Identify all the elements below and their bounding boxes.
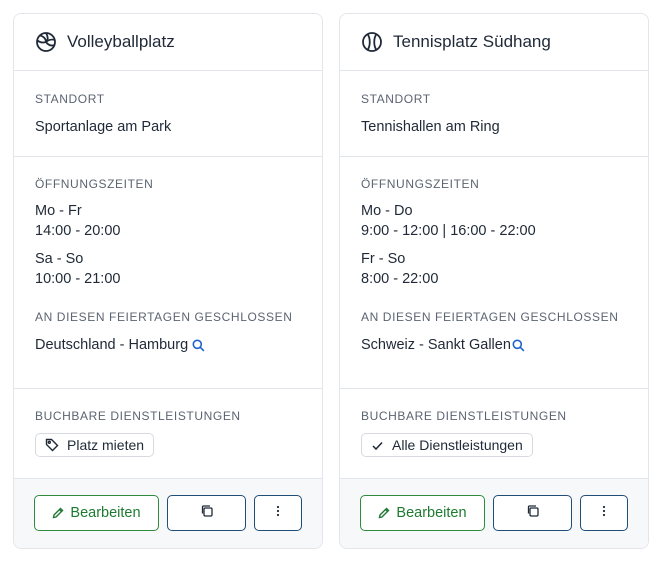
location-value: Sportanlage am Park xyxy=(35,119,172,135)
copy-icon xyxy=(526,504,540,523)
volleyball-icon xyxy=(35,31,57,53)
check-icon xyxy=(371,439,384,452)
opening-hours-section: ÖFFNUNGSZEITEN Mo - Fr 14:00 - 20:00 Sa … xyxy=(14,157,322,389)
opening-hours-label: ÖFFNUNGSZEITEN xyxy=(35,177,154,191)
pencil-icon xyxy=(52,507,64,519)
pencil-icon xyxy=(378,507,390,519)
holidays-region: Deutschland - Hamburg xyxy=(35,337,189,353)
services-label: BUCHBARE DIENSTLEISTUNGEN xyxy=(35,409,241,423)
card-header: Tennisplatz Südhang xyxy=(340,14,648,71)
court-title: Volleyballplatz xyxy=(67,32,175,51)
court-title: Tennisplatz Südhang xyxy=(393,32,551,51)
more-vertical-icon xyxy=(276,504,280,522)
service-tag: Alle Dienstleistungen xyxy=(361,433,533,457)
hours-times: 14:00 - 20:00 xyxy=(35,223,121,239)
location-label: STANDORT xyxy=(35,92,105,106)
service-label: Alle Dienstleistungen xyxy=(392,437,523,453)
hours-times: 8:00 - 22:00 xyxy=(361,271,439,287)
location-section: STANDORT Sportanlage am Park xyxy=(14,71,322,157)
hours-times: 10:00 - 21:00 xyxy=(35,271,121,287)
location-section: STANDORT Tennishallen am Ring xyxy=(340,71,648,157)
duplicate-button[interactable] xyxy=(493,495,572,531)
services-section: BUCHBARE DIENSTLEISTUNGEN Platz mieten xyxy=(14,389,322,481)
holidays-value: Deutschland - Hamburg xyxy=(35,335,306,355)
court-card-volleyball: Volleyballplatz STANDORT Sportanlage am … xyxy=(13,13,323,549)
search-icon[interactable] xyxy=(512,339,525,352)
holidays-value: Schweiz - Sankt Gallen xyxy=(361,335,632,355)
edit-button-label: Bearbeiten xyxy=(396,505,467,521)
holidays-region: Schweiz - Sankt Gallen xyxy=(361,337,511,353)
more-options-button[interactable] xyxy=(254,495,302,531)
hours-block: Mo - Fr 14:00 - 20:00 xyxy=(35,201,306,241)
location-label: STANDORT xyxy=(361,92,431,106)
hours-block: Mo - Do 9:00 - 12:00 | 16:00 - 22:00 xyxy=(361,201,632,241)
copy-icon xyxy=(200,504,214,523)
opening-hours-label: ÖFFNUNGSZEITEN xyxy=(361,177,480,191)
more-options-button[interactable] xyxy=(580,495,628,531)
card-header: Volleyballplatz xyxy=(14,14,322,71)
hours-days: Fr - So xyxy=(361,251,406,267)
hours-times: 9:00 - 12:00 | 16:00 - 22:00 xyxy=(361,223,536,239)
services-section: BUCHBARE DIENSTLEISTUNGEN Alle Dienstlei… xyxy=(340,389,648,481)
search-icon[interactable] xyxy=(192,339,205,352)
opening-hours-section: ÖFFNUNGSZEITEN Mo - Do 9:00 - 12:00 | 16… xyxy=(340,157,648,389)
duplicate-button[interactable] xyxy=(167,495,246,531)
service-label: Platz mieten xyxy=(67,437,145,453)
holidays-label: AN DIESEN FEIERTAGEN GESCHLOSSEN xyxy=(35,310,293,324)
edit-button-label: Bearbeiten xyxy=(70,505,141,521)
tag-icon xyxy=(45,438,59,452)
card-footer: Bearbeiten xyxy=(14,478,322,548)
more-vertical-icon xyxy=(602,504,606,522)
court-card-tennis: Tennisplatz Südhang STANDORT Tennishalle… xyxy=(339,13,649,549)
hours-days: Mo - Do xyxy=(361,203,413,219)
edit-button[interactable]: Bearbeiten xyxy=(360,495,485,531)
card-footer: Bearbeiten xyxy=(340,478,648,548)
hours-days: Mo - Fr xyxy=(35,203,82,219)
location-value: Tennishallen am Ring xyxy=(361,119,500,135)
hours-days: Sa - So xyxy=(35,251,84,267)
tennis-ball-icon xyxy=(361,31,383,53)
hours-block: Sa - So 10:00 - 21:00 xyxy=(35,249,306,289)
edit-button[interactable]: Bearbeiten xyxy=(34,495,159,531)
holidays-label: AN DIESEN FEIERTAGEN GESCHLOSSEN xyxy=(361,310,619,324)
hours-block: Fr - So 8:00 - 22:00 xyxy=(361,249,632,289)
service-tag: Platz mieten xyxy=(35,433,155,457)
services-label: BUCHBARE DIENSTLEISTUNGEN xyxy=(361,409,567,423)
